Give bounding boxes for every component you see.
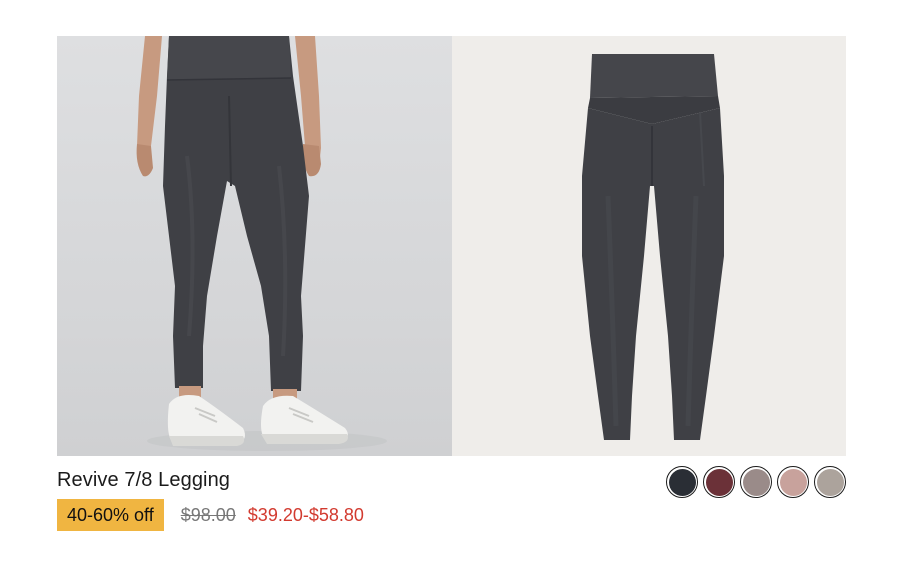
product-card[interactable]: Revive 7/8 Legging 40-60% off $98.00 $39… xyxy=(57,36,846,536)
product-info: Revive 7/8 Legging 40-60% off $98.00 $39… xyxy=(57,456,846,536)
swatch-taupe[interactable] xyxy=(740,466,772,498)
product-title[interactable]: Revive 7/8 Legging xyxy=(57,469,230,492)
product-media[interactable] xyxy=(57,36,846,456)
swatch-burgundy[interactable] xyxy=(703,466,735,498)
sale-price: $39.20-$58.80 xyxy=(247,504,364,525)
flat-legging-illustration xyxy=(581,54,724,440)
product-image-model[interactable] xyxy=(57,36,452,456)
swatch-navy[interactable] xyxy=(666,466,698,498)
original-price: $98.00 xyxy=(180,504,236,525)
swatch-stone[interactable] xyxy=(814,466,846,498)
model-photo-illustration xyxy=(136,36,387,451)
color-swatches xyxy=(666,466,846,498)
discount-badge: 40-60% off xyxy=(57,499,164,531)
price-row: 40-60% off $98.00 $39.20-$58.80 xyxy=(57,499,364,531)
product-image-flat[interactable] xyxy=(451,36,846,456)
swatch-blush[interactable] xyxy=(777,466,809,498)
